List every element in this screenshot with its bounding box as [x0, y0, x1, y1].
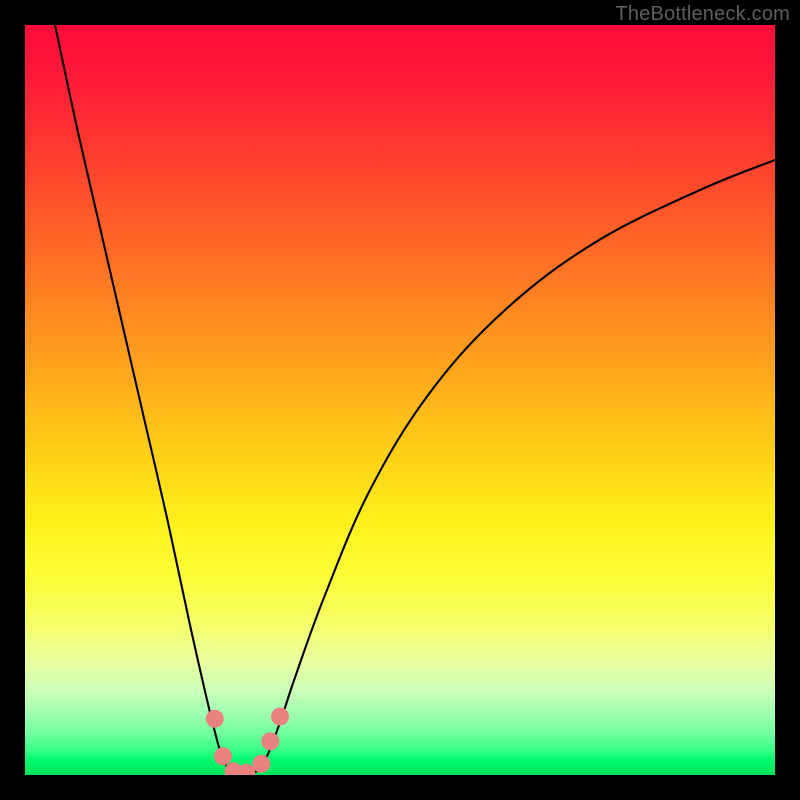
bottleneck-curve [55, 25, 775, 775]
highlight-point [271, 708, 289, 726]
attribution-text: TheBottleneck.com [615, 3, 790, 26]
highlight-point [214, 747, 232, 765]
chart-svg [25, 25, 775, 775]
highlight-point [261, 732, 279, 750]
highlight-point [206, 710, 224, 728]
highlight-point [252, 755, 270, 773]
chart-plot-area [25, 25, 775, 775]
